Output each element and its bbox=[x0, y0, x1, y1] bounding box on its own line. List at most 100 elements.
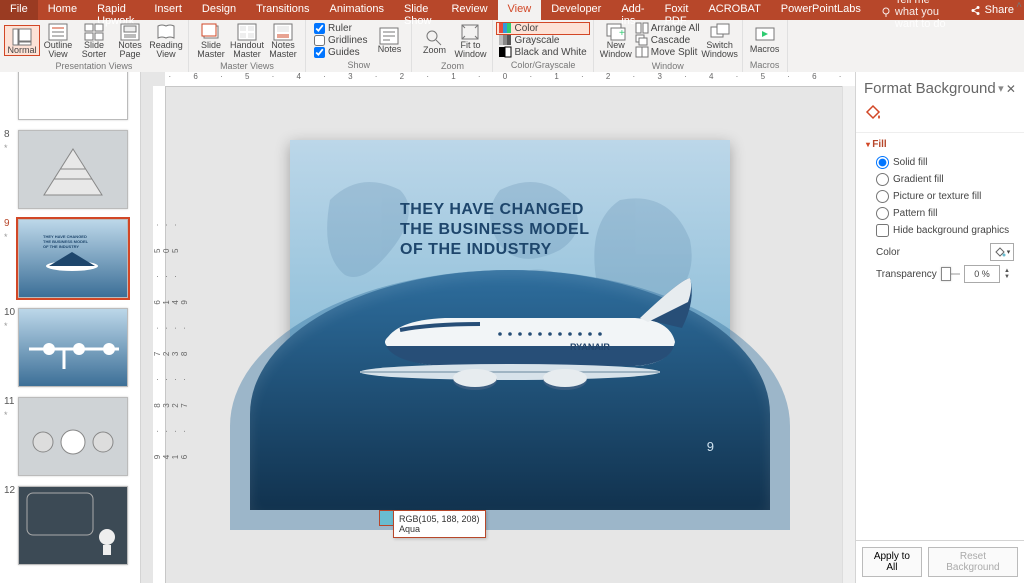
slide-thumb-8[interactable]: 8 * bbox=[0, 125, 140, 214]
section-title[interactable]: Fill bbox=[866, 139, 1014, 150]
title-line-3: OF THE INDUSTRY bbox=[400, 240, 589, 260]
slide-master-button[interactable]: Slide Master bbox=[193, 20, 229, 61]
tab-insert[interactable]: Insert bbox=[144, 0, 192, 20]
cascade-button[interactable]: Cascade bbox=[636, 35, 700, 46]
tab-rapid-upwork[interactable]: Rapid Upwork bbox=[87, 0, 144, 20]
notes-button[interactable]: Notes bbox=[371, 24, 407, 55]
group-color-grayscale: Color Grayscale Black and White Color/Gr… bbox=[493, 20, 593, 72]
transparency-spinner[interactable]: 0 % bbox=[964, 265, 1000, 283]
outline-view-icon bbox=[49, 24, 67, 40]
group-window: + New Window Arrange All Cascade Move Sp… bbox=[594, 20, 743, 72]
tooltip-color-name: Aqua bbox=[399, 524, 480, 534]
slide-canvas[interactable]: THEY HAVE CHANGED THE BUSINESS MODEL OF … bbox=[165, 86, 855, 583]
airplane-graphic[interactable]: RYANAIR bbox=[340, 260, 700, 420]
slide-thumb-9[interactable]: 9 * THEY HAVE CHANGEDTHE BUSINESS MODELO… bbox=[0, 214, 140, 303]
fill-category-icon[interactable] bbox=[856, 101, 1024, 132]
vertical-scrollbar[interactable] bbox=[842, 86, 855, 583]
current-slide[interactable]: THEY HAVE CHANGED THE BUSINESS MODEL OF … bbox=[290, 140, 730, 470]
title-line-2: THE BUSINESS MODEL bbox=[400, 220, 589, 240]
ribbon-view: Normal Outline View Slide Sorter Notes P… bbox=[0, 20, 1024, 73]
animation-star-icon: * bbox=[4, 410, 8, 420]
notes-master-button[interactable]: Notes Master bbox=[265, 20, 301, 61]
gridlines-checkbox[interactable]: Gridlines bbox=[314, 35, 367, 46]
pane-options-button[interactable]: ▾ bbox=[998, 82, 1004, 95]
tab-transitions[interactable]: Transitions bbox=[246, 0, 319, 20]
ruler-checkbox[interactable]: Ruler bbox=[314, 23, 367, 34]
cascade-icon bbox=[636, 35, 648, 45]
notes-page-icon bbox=[121, 24, 139, 40]
tab-addins[interactable]: Add-ins bbox=[611, 0, 654, 20]
color-mode-button[interactable]: Color bbox=[496, 22, 589, 35]
transparency-label: Transparency bbox=[876, 269, 937, 280]
normal-view-button[interactable]: Normal bbox=[4, 25, 40, 56]
fit-to-window-button[interactable]: Fit to Window bbox=[452, 20, 488, 61]
animation-star-icon: * bbox=[4, 321, 8, 331]
new-window-button[interactable]: + New Window bbox=[598, 20, 634, 61]
solid-fill-radio[interactable]: Solid fill bbox=[876, 156, 1014, 169]
arrange-all-button[interactable]: Arrange All bbox=[636, 23, 700, 34]
thumb-number: 9 bbox=[4, 218, 10, 229]
tab-home[interactable]: Home bbox=[38, 0, 87, 20]
pane-close-button[interactable]: ✕ bbox=[1006, 82, 1016, 96]
horizontal-ruler[interactable]: 12 · 11 · 10 · 9 · 8 · 7 · 6 · 5 · 4 · 3… bbox=[165, 72, 855, 87]
tab-powerpointlabs[interactable]: PowerPointLabs bbox=[771, 0, 871, 20]
tab-foxit[interactable]: Foxit PDF bbox=[655, 0, 699, 20]
color-tooltip: RGB(105, 188, 208) Aqua bbox=[393, 510, 486, 538]
tab-file[interactable]: File bbox=[0, 0, 38, 20]
outline-view-button[interactable]: Outline View bbox=[40, 20, 76, 61]
pane-title: Format Background bbox=[864, 80, 996, 97]
tab-design[interactable]: Design bbox=[192, 0, 246, 20]
share-button[interactable]: Share bbox=[960, 0, 1024, 20]
reset-background-button[interactable]: Reset Background bbox=[928, 547, 1018, 577]
slide-thumb-10[interactable]: 10 * bbox=[0, 303, 140, 392]
zoom-icon bbox=[425, 29, 443, 45]
collapse-ribbon-button[interactable]: ˄ bbox=[1016, 0, 1022, 11]
slide-sorter-button[interactable]: Slide Sorter bbox=[76, 20, 112, 61]
slide-thumbnails-panel[interactable]: 8 * 9 * THEY HAVE CHANGEDTHE BUSINESS MO… bbox=[0, 72, 141, 583]
bw-mode-button[interactable]: Black and White bbox=[499, 47, 586, 58]
color-mode-icon bbox=[499, 23, 511, 33]
apply-to-all-button[interactable]: Apply to All bbox=[862, 547, 922, 577]
reading-view-button[interactable]: Reading View bbox=[148, 20, 184, 61]
spinner-arrows[interactable]: ▲▼ bbox=[1004, 268, 1014, 280]
color-picker-button[interactable]: ▾ bbox=[990, 243, 1014, 261]
tell-me-search[interactable]: Tell me what you want to do bbox=[871, 0, 960, 20]
switch-windows-icon bbox=[711, 24, 729, 40]
workspace: 8 * 9 * THEY HAVE CHANGEDTHE BUSINESS MO… bbox=[0, 72, 1024, 583]
normal-view-icon bbox=[13, 29, 31, 45]
slide-title[interactable]: THEY HAVE CHANGED THE BUSINESS MODEL OF … bbox=[400, 200, 589, 260]
tab-developer[interactable]: Developer bbox=[541, 0, 611, 20]
hide-bg-graphics-checkbox[interactable]: Hide background graphics bbox=[876, 224, 1014, 237]
move-split-button[interactable]: Move Split bbox=[636, 47, 700, 58]
group-presentation-views: Normal Outline View Slide Sorter Notes P… bbox=[0, 20, 189, 72]
picture-fill-radio[interactable]: Picture or texture fill bbox=[876, 190, 1014, 203]
handout-master-button[interactable]: Handout Master bbox=[229, 20, 265, 61]
tell-me-label: Tell me what you want to do bbox=[895, 0, 950, 30]
thumb-number: 10 bbox=[4, 307, 15, 318]
share-label: Share bbox=[985, 4, 1014, 16]
tab-view[interactable]: View bbox=[498, 0, 542, 20]
zoom-button[interactable]: Zoom bbox=[416, 25, 452, 56]
guides-checkbox[interactable]: Guides bbox=[314, 47, 367, 58]
tab-acrobat[interactable]: ACROBAT bbox=[698, 0, 770, 20]
tab-review[interactable]: Review bbox=[441, 0, 497, 20]
grayscale-icon bbox=[499, 35, 511, 45]
slide-page-number: 9 bbox=[707, 439, 714, 454]
slide-thumb-7[interactable] bbox=[0, 72, 140, 125]
thumb-number: 11 bbox=[4, 396, 14, 407]
switch-windows-button[interactable]: Switch Windows bbox=[702, 20, 738, 61]
group-label: Macros bbox=[747, 60, 783, 72]
tab-animations[interactable]: Animations bbox=[320, 0, 394, 20]
slide-thumb-12[interactable]: 12 bbox=[0, 481, 140, 570]
svg-text:+: + bbox=[619, 28, 625, 39]
fill-section[interactable]: Fill Solid fill Gradient fill Picture or… bbox=[856, 132, 1024, 289]
macros-button[interactable]: Macros bbox=[747, 24, 783, 55]
pattern-fill-radio[interactable]: Pattern fill bbox=[876, 207, 1014, 220]
slide-thumb-11[interactable]: 11 * bbox=[0, 392, 140, 481]
transparency-slider[interactable] bbox=[941, 273, 960, 275]
gradient-fill-radio[interactable]: Gradient fill bbox=[876, 173, 1014, 186]
grayscale-mode-button[interactable]: Grayscale bbox=[499, 35, 586, 46]
tab-slideshow[interactable]: Slide Show bbox=[394, 0, 442, 20]
color-label: Color bbox=[876, 247, 900, 258]
notes-page-button[interactable]: Notes Page bbox=[112, 20, 148, 61]
